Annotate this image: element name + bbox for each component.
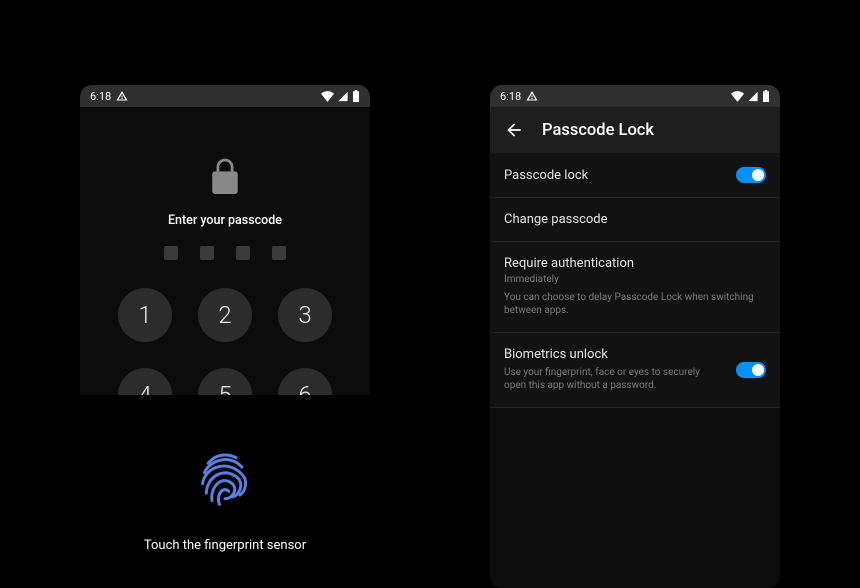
row-subtitle: Immediately [504, 273, 766, 287]
passcode-area: Enter your passcode 1 2 3 4 5 6 [80, 107, 370, 422]
settings-list: Passcode lock Change passcode Require au… [490, 153, 780, 408]
toggle-passcode-lock[interactable] [736, 167, 766, 183]
status-time: 6:18 [90, 90, 111, 103]
key-3[interactable]: 3 [278, 288, 332, 342]
toggle-biometrics[interactable] [736, 362, 766, 378]
status-time: 6:18 [500, 90, 521, 103]
passcode-indicator [80, 246, 370, 260]
wifi-icon [731, 91, 744, 102]
phone-passcode-screen: 6:18 Enter your passcode [80, 85, 370, 588]
signal-icon [747, 91, 759, 102]
row-title: Require authentication [504, 256, 766, 271]
row-passcode-lock[interactable]: Passcode lock [490, 153, 780, 198]
passcode-dot [200, 246, 214, 260]
row-change-passcode[interactable]: Change passcode [490, 198, 780, 242]
key-2[interactable]: 2 [198, 288, 252, 342]
signal-icon [337, 91, 349, 102]
settings-header: Passcode Lock [490, 107, 780, 153]
lock-icon [208, 157, 242, 197]
row-biometrics-unlock[interactable]: Biometrics unlock Use your fingerprint, … [490, 333, 780, 408]
passcode-dot [272, 246, 286, 260]
status-bar: 6:18 [80, 85, 370, 107]
row-title: Biometrics unlock [504, 347, 724, 362]
warning-icon [526, 90, 538, 102]
back-button[interactable] [504, 120, 524, 140]
status-bar: 6:18 [490, 85, 780, 107]
fingerprint-prompt: Touch the fingerprint sensor [100, 538, 350, 553]
battery-icon [352, 90, 360, 102]
warning-icon [116, 90, 128, 102]
fingerprint-sheet: Touch the fingerprint sensor [80, 395, 370, 588]
fingerprint-icon[interactable] [197, 450, 253, 512]
passcode-dot [236, 246, 250, 260]
key-1[interactable]: 1 [118, 288, 172, 342]
row-description: You can choose to delay Passcode Lock wh… [504, 291, 766, 318]
passcode-dot [164, 246, 178, 260]
phone-settings-screen: 6:18 Passcode Lock Passcode lock [490, 85, 780, 588]
passcode-prompt: Enter your passcode [80, 213, 370, 228]
battery-icon [762, 90, 770, 102]
row-title: Change passcode [504, 212, 766, 227]
row-description: Use your fingerprint, face or eyes to se… [504, 366, 724, 393]
row-title: Passcode lock [504, 168, 724, 183]
settings-title: Passcode Lock [542, 121, 654, 140]
wifi-icon [321, 91, 334, 102]
row-require-authentication[interactable]: Require authentication Immediately You c… [490, 242, 780, 333]
